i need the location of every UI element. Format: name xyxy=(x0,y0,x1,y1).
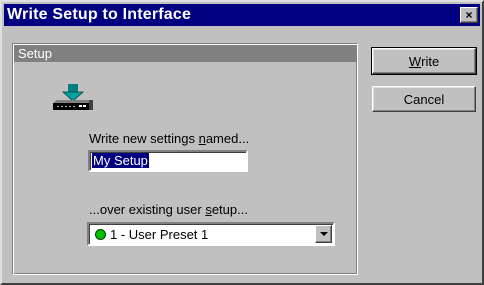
close-button[interactable]: × xyxy=(460,7,478,23)
existing-setup-label: ...over existing user setup... xyxy=(89,202,248,217)
setup-name-label: Write new settings named... xyxy=(89,131,250,146)
setup-name-input[interactable]: My Setup xyxy=(88,150,248,172)
title-bar[interactable]: Write Setup to Interface × xyxy=(4,4,480,26)
device-write-icon xyxy=(53,84,93,110)
setup-group: Setup Write new settings named... My Set… xyxy=(12,43,358,275)
setup-group-header: Setup xyxy=(14,45,356,62)
existing-setup-dropdown[interactable]: 1 - User Preset 1 xyxy=(87,222,335,246)
chevron-down-icon[interactable] xyxy=(315,225,332,243)
preset-status-icon xyxy=(95,229,106,240)
cancel-button[interactable]: Cancel xyxy=(372,86,476,112)
dialog-window: Write Setup to Interface × Setup Write n… xyxy=(0,0,484,285)
close-icon: × xyxy=(465,8,473,22)
existing-setup-value: 1 - User Preset 1 xyxy=(110,227,209,242)
write-button[interactable]: Write xyxy=(371,47,477,75)
setup-name-value: My Setup xyxy=(92,153,149,168)
window-title: Write Setup to Interface xyxy=(7,6,192,23)
